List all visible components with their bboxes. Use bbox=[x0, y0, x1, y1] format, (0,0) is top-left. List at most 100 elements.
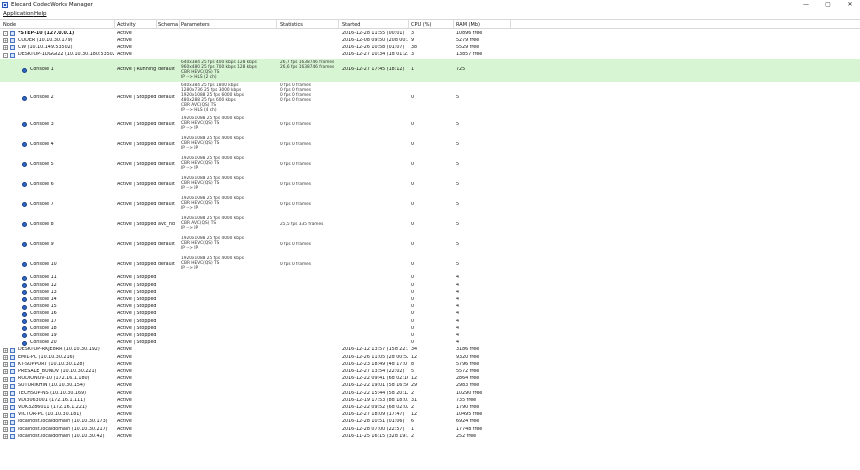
col-schema[interactable]: Schema bbox=[158, 22, 178, 28]
expand-icon[interactable]: + bbox=[3, 391, 8, 396]
expand-icon[interactable]: + bbox=[3, 376, 8, 382]
col-activity[interactable]: Activity bbox=[117, 22, 136, 28]
console-row[interactable]: Console 8 Active | Stopped avc_hd 1920x1088… bbox=[0, 215, 860, 235]
console-row[interactable]: Console 14 Active | Stopped 0 4 bbox=[0, 296, 860, 303]
server-row[interactable]: - DESKTOP-1DGGI22 (10.10.30.180:53502) Act… bbox=[0, 52, 860, 59]
expand-icon[interactable]: + bbox=[3, 369, 8, 375]
console-row[interactable]: Console 11 Active | Stopped 0 4 bbox=[0, 275, 860, 282]
expand-icon[interactable]: + bbox=[3, 412, 8, 418]
server-row[interactable]: + VDK3286011 (172.16.1.221) Active 2016-12-… bbox=[0, 404, 860, 411]
server-row[interactable]: + EMIL-PC (10.10.30.216) Active 2016-12-26 … bbox=[0, 354, 860, 361]
server-row[interactable]: + SUTURIKHIN (10.10.30.154) Active 2016-12-… bbox=[0, 383, 860, 390]
menu-help[interactable]: Help bbox=[34, 11, 47, 17]
statistics-cell: 0 fps 0 frames bbox=[280, 202, 338, 207]
console-icon bbox=[22, 142, 27, 148]
col-divider[interactable] bbox=[338, 20, 339, 29]
server-row[interactable]: + CW (10.10.149.53502) Active 2016-12-26 10… bbox=[0, 44, 860, 51]
console-row[interactable]: Console 18 Active | Stopped 0 4 bbox=[0, 325, 860, 332]
server-row[interactable]: + PRESALE_BUNDV (10.10.30.221) Active 2016-… bbox=[0, 368, 860, 375]
console-row[interactable]: Console 5 Active | Stopped default 1920x108… bbox=[0, 155, 860, 175]
ram-usage: 17748 free bbox=[456, 426, 483, 432]
server-row[interactable]: + VICTOR-PC (10.10.30.181) Active 2016-12-2… bbox=[0, 412, 860, 419]
expand-icon[interactable]: + bbox=[3, 405, 8, 411]
activity-status: Active | Stopped bbox=[117, 181, 156, 187]
console-row[interactable]: Console 2 Active | Stopped default 640x384 … bbox=[0, 82, 860, 115]
col-divider[interactable] bbox=[510, 20, 511, 29]
statistics-cell: 0 fps 0 frames bbox=[280, 262, 338, 267]
activity-status: Active | Stopped bbox=[117, 289, 156, 295]
activity-status: Active | Running bbox=[117, 67, 156, 73]
expand-icon[interactable]: + bbox=[3, 45, 8, 51]
activity-status: Active | Stopped bbox=[117, 121, 156, 127]
server-row[interactable]: + localhost.localdomain (10.10.30.42) Acti… bbox=[0, 433, 860, 440]
console-row[interactable]: Console 9 Active | Stopped default 1920x108… bbox=[0, 235, 860, 255]
col-divider[interactable] bbox=[179, 20, 180, 29]
console-row[interactable]: Console 7 Active | Stopped default 1920x108… bbox=[0, 195, 860, 215]
collapse-icon[interactable]: - bbox=[3, 52, 8, 58]
col-divider[interactable] bbox=[408, 20, 409, 29]
col-divider[interactable] bbox=[453, 20, 454, 29]
started-time: 2016-12-19 17:53 (8d 18:03) bbox=[342, 397, 408, 403]
console-row[interactable]: Console 3 Active | Stopped default 1920x108… bbox=[0, 115, 860, 135]
server-row[interactable]: + localhost.localdomain (10.10.30.217) Act… bbox=[0, 426, 860, 433]
console-icon bbox=[22, 222, 27, 228]
expand-icon[interactable]: + bbox=[3, 38, 8, 44]
close-button[interactable]: ✕ bbox=[842, 1, 858, 9]
cpu-usage: 9 bbox=[411, 37, 415, 43]
console-row[interactable]: Console 10 Active | Stopped default 1920x10… bbox=[0, 255, 860, 275]
cpu-usage: 3 bbox=[411, 52, 415, 58]
expand-icon[interactable]: + bbox=[3, 434, 8, 440]
server-row[interactable]: + RODIONOV-10 (172.16.1.180) Active 2016-12… bbox=[0, 376, 860, 383]
server-row[interactable]: + localhost.localdomain (10.10.30.173) Act… bbox=[0, 419, 860, 426]
col-node[interactable]: Node bbox=[3, 22, 16, 28]
console-row[interactable]: Console 17 Active | Stopped 0 4 bbox=[0, 318, 860, 325]
col-parameters[interactable]: Parameters bbox=[181, 22, 210, 28]
console-row[interactable]: Console 16 Active | Stopped 0 4 bbox=[0, 311, 860, 318]
parameters-cell: 1920x1088 25 fps 4000 kbps CBR HEVC(QS) T… bbox=[181, 116, 276, 131]
console-row[interactable]: Console 15 Active | Stopped 0 4 bbox=[0, 304, 860, 311]
expand-icon[interactable]: + bbox=[3, 347, 8, 353]
cpu-usage: 2 bbox=[411, 433, 415, 439]
server-row[interactable]: + DESKTOP-RKJE8RR (10.10.30.192) Active 201… bbox=[0, 347, 860, 354]
col-divider[interactable] bbox=[114, 20, 115, 29]
ram-usage: 13857 free bbox=[456, 52, 483, 58]
expand-icon[interactable]: + bbox=[3, 383, 8, 389]
menu-application[interactable]: Application bbox=[3, 11, 34, 17]
col-divider[interactable] bbox=[276, 20, 277, 29]
col-cpu[interactable]: CPU (%) bbox=[411, 22, 431, 28]
expand-icon[interactable]: + bbox=[3, 362, 8, 368]
console-row[interactable]: Console 20 Active | Stopped 0 4 bbox=[0, 340, 860, 347]
activity-status: Active | Stopped bbox=[117, 95, 156, 101]
console-row[interactable]: Console 1 Active | Running default 640x384 … bbox=[0, 58, 860, 82]
node-name: VICTOR-PC (10.10.30.181) bbox=[18, 412, 82, 418]
console-icon bbox=[22, 290, 27, 296]
expand-icon[interactable]: + bbox=[3, 419, 8, 425]
minimize-button[interactable]: — bbox=[798, 1, 814, 9]
col-divider[interactable] bbox=[156, 20, 157, 29]
node-tree[interactable]: - *STEP-10 (127.0.0.1) Active 2016-12-28 11… bbox=[0, 29, 860, 470]
col-statistics[interactable]: Statistics bbox=[280, 22, 303, 28]
expand-icon[interactable]: + bbox=[3, 427, 8, 432]
server-row[interactable]: + TECHSUP-NS (10.10.30.169) Active 2016-12-… bbox=[0, 390, 860, 397]
node-name: PRESALE_BUNDV (10.10.30.221) bbox=[18, 368, 97, 374]
maximize-button[interactable]: ▢ bbox=[820, 1, 836, 9]
server-icon bbox=[10, 405, 15, 411]
col-started[interactable]: Started bbox=[342, 22, 360, 28]
col-ram[interactable]: RAM (Mb) bbox=[456, 22, 480, 28]
server-row[interactable]: - *STEP-10 (127.0.0.1) Active 2016-12-28 11… bbox=[0, 30, 860, 37]
statistics-line: 0 fps 0 frames bbox=[280, 141, 312, 147]
collapse-icon[interactable]: - bbox=[3, 31, 8, 36]
cpu-usage: 0 bbox=[411, 304, 415, 310]
server-row[interactable]: + CODER (10.10.30.179) Active 2016-12-08 09… bbox=[0, 37, 860, 44]
cpu-usage: 0 bbox=[411, 241, 415, 247]
expand-icon[interactable]: + bbox=[3, 398, 8, 404]
started-time: 2016-12-22 19:01 (5d 16:56) bbox=[342, 383, 408, 389]
console-row[interactable]: Console 12 Active | Stopped 0 4 bbox=[0, 282, 860, 289]
expand-icon[interactable]: + bbox=[3, 355, 8, 360]
console-row[interactable]: Console 13 Active | Stopped 0 4 bbox=[0, 289, 860, 296]
server-row[interactable]: + VDI3063001 (172.16.1.111) Active 2016-12-… bbox=[0, 397, 860, 404]
console-row[interactable]: Console 4 Active | Stopped default 1920x108… bbox=[0, 135, 860, 155]
server-row[interactable]: + KT-SUPPORT (10.10.30.128) Active 2016-12-… bbox=[0, 361, 860, 368]
console-row[interactable]: Console 19 Active | Stopped 0 4 bbox=[0, 332, 860, 339]
console-row[interactable]: Console 6 Active | Stopped default 1920x108… bbox=[0, 175, 860, 195]
